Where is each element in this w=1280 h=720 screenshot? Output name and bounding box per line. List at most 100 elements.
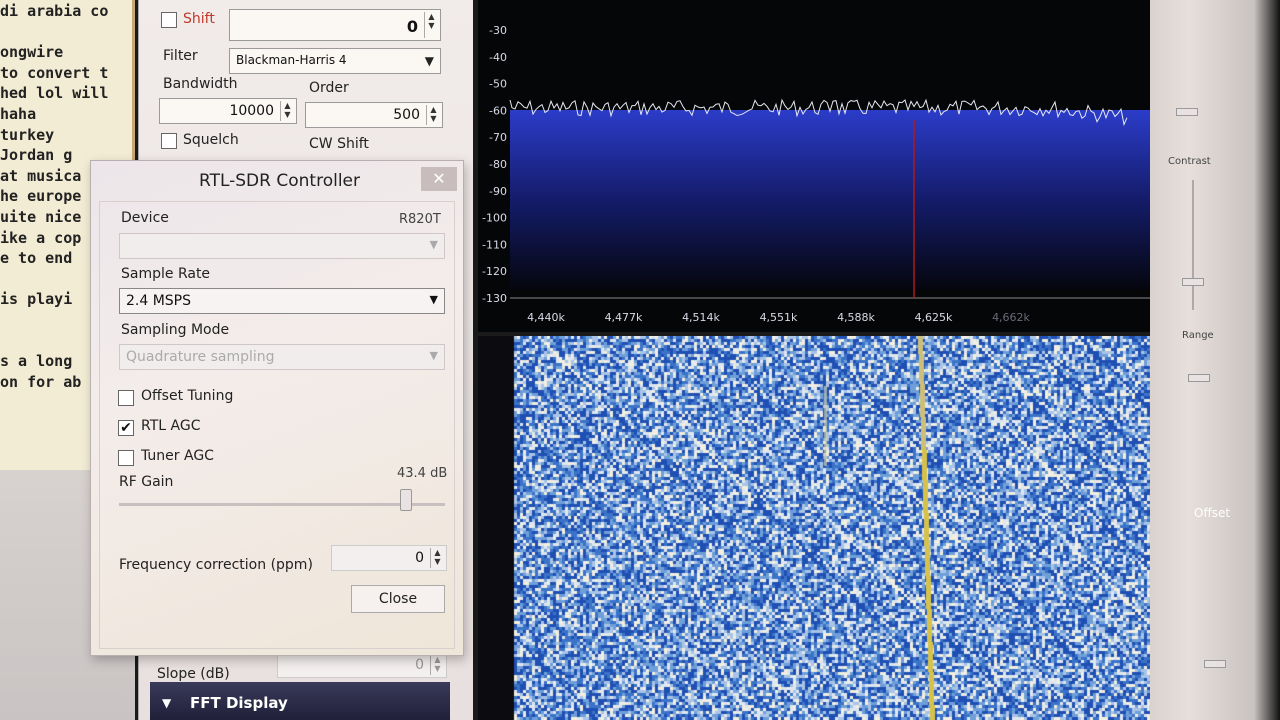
y-tick-label: -90 (489, 185, 507, 198)
chevron-down-icon: ▼ (429, 238, 438, 251)
spectrum-fill (510, 110, 1170, 290)
triangle-down-icon: ▼ (162, 696, 172, 710)
filter-value: Blackman-Harris 4 (236, 53, 347, 67)
range-slider-thumb[interactable] (1188, 374, 1210, 382)
chevron-down-icon: ▼ (429, 293, 438, 306)
chat-line: at musica (0, 166, 82, 185)
shift-value: 0 (406, 17, 418, 36)
bandwidth-spinner[interactable]: ▲ ▼ (280, 101, 294, 121)
cw-shift-label: CW Shift (309, 136, 369, 152)
rf-gain-label: RF Gain (119, 474, 174, 490)
fft-display-header[interactable]: ▼ FFT Display (150, 682, 450, 720)
offset-tuning-checkbox[interactable] (118, 390, 134, 406)
screen: di arabia co ongwire to convert t hed lol w… (0, 0, 1280, 720)
spectrum-panel[interactable]: -30 -40 -50 -60 -70 -80 -90 -100 -110 -120 -130 4,4… (478, 0, 1173, 332)
contrast-slider-thumb[interactable] (1182, 278, 1204, 286)
order-spinner[interactable]: ▲ ▼ (426, 105, 440, 125)
chat-line: s a long (0, 352, 73, 371)
x-tick-label: 4,477k (605, 311, 643, 324)
frequency-correction-input[interactable]: 0 ▲ ▼ (331, 545, 447, 571)
chat-line: di arabia co (0, 2, 109, 20)
offset-label: Offset (1194, 506, 1231, 520)
sampling-mode-label: Sampling Mode (121, 322, 230, 338)
chat-line: ongwire (0, 43, 64, 62)
x-tick-label: 4,551k (760, 311, 798, 324)
rf-gain-slider-thumb[interactable] (399, 489, 412, 511)
offset-tuning-label: Offset Tuning (141, 388, 234, 404)
waterfall-panel[interactable] (478, 336, 1190, 720)
x-tick-label: 4,514k (682, 311, 720, 324)
y-tick-label: -120 (482, 265, 507, 278)
bandwidth-input[interactable]: 10000 ▲ ▼ (159, 98, 297, 124)
chat-line: on for ab (0, 372, 82, 391)
order-value: 500 (393, 107, 420, 123)
shift-checkbox[interactable] (161, 12, 177, 28)
x-tick-label: 4,588k (837, 311, 875, 324)
shift-label: Shift (183, 11, 215, 27)
waterfall-display (478, 336, 1190, 720)
y-tick-label: -110 (482, 238, 507, 251)
dialog-title: RTL-SDR Controller (199, 171, 360, 191)
slope-spinner[interactable]: ▲ ▼ (430, 655, 444, 675)
bandwidth-label: Bandwidth (163, 76, 238, 92)
y-tick-label: -70 (489, 131, 507, 144)
chat-line: he europe (0, 187, 82, 206)
rf-gain-value: 43.4 dB (397, 466, 448, 481)
chat-line: hed lol will (0, 84, 109, 103)
frequency-correction-label: Frequency correction (ppm) (119, 557, 313, 573)
shift-input[interactable]: 0 ▲ ▼ (229, 9, 441, 41)
contrast-slider-track[interactable] (1192, 180, 1194, 310)
close-button[interactable]: Close (351, 585, 445, 613)
x-tick-label: 4,662k (992, 311, 1030, 324)
squelch-checkbox[interactable] (161, 133, 177, 149)
x-tick-label: 4,625k (915, 311, 953, 324)
display-settings-panel: Contrast Range Offset (1150, 0, 1280, 720)
device-select[interactable]: ▼ (119, 233, 445, 259)
chat-line: turkey (0, 125, 55, 144)
spectrum-plot: -30 -40 -50 -60 -70 -80 -90 -100 -110 -120 -130 4,4… (482, 24, 1173, 324)
frequency-correction-spinner[interactable]: ▲ ▼ (430, 548, 444, 568)
chevron-down-icon: ▼ (429, 349, 438, 362)
chat-line: is playi (0, 290, 73, 309)
order-label: Order (309, 80, 349, 96)
sample-rate-select[interactable]: 2.4 MSPS ▼ (119, 288, 445, 314)
y-tick-label: -30 (489, 24, 507, 37)
device-label: Device (121, 210, 169, 226)
rf-gain-slider-track[interactable] (119, 503, 445, 506)
y-tick-label: -100 (482, 212, 507, 225)
sample-rate-value: 2.4 MSPS (126, 293, 192, 309)
squelch-label: Squelch (183, 132, 239, 148)
chat-line: uite nice (0, 208, 82, 226)
slope-label: Slope (dB) (157, 666, 230, 682)
tuner-agc-checkbox[interactable] (118, 450, 134, 466)
shift-spinner[interactable]: ▲ ▼ (424, 12, 438, 38)
fft-display-label: FFT Display (190, 694, 288, 712)
order-input[interactable]: 500 ▲ ▼ (305, 102, 443, 128)
y-tick-label: -50 (489, 78, 507, 91)
filter-label: Filter (163, 48, 198, 64)
contrast-label: Contrast (1168, 156, 1211, 167)
y-tick-label: -60 (489, 104, 507, 117)
sampling-mode-value: Quadrature sampling (126, 349, 275, 365)
rtl-agc-label: RTL AGC (141, 418, 201, 434)
device-name: R820T (399, 212, 441, 227)
close-icon[interactable]: ✕ (421, 167, 457, 191)
y-tick-label: -40 (489, 51, 507, 64)
sampling-mode-select[interactable]: Quadrature sampling ▼ (119, 344, 445, 370)
zoom-slider-thumb[interactable] (1176, 108, 1198, 116)
frequency-correction-value: 0 (415, 550, 424, 566)
tuner-agc-label: Tuner AGC (141, 448, 214, 464)
y-tick-label: -130 (482, 292, 507, 305)
chevron-down-icon: ▼ (424, 54, 434, 68)
chat-line: haha (0, 105, 37, 123)
chat-line: e to end (0, 249, 73, 268)
y-tick-label: -80 (489, 158, 507, 171)
offset-slider-thumb[interactable] (1204, 660, 1226, 668)
sample-rate-label: Sample Rate (121, 266, 211, 282)
bandwidth-value: 10000 (229, 103, 274, 119)
filter-select[interactable]: Blackman-Harris 4 ▼ (229, 48, 441, 74)
rtl-agc-checkbox[interactable]: ✔ (118, 420, 134, 436)
chat-line: to convert t (0, 63, 109, 82)
chat-line: Jordan g (0, 146, 73, 165)
chat-line: ike a cop (0, 228, 82, 247)
